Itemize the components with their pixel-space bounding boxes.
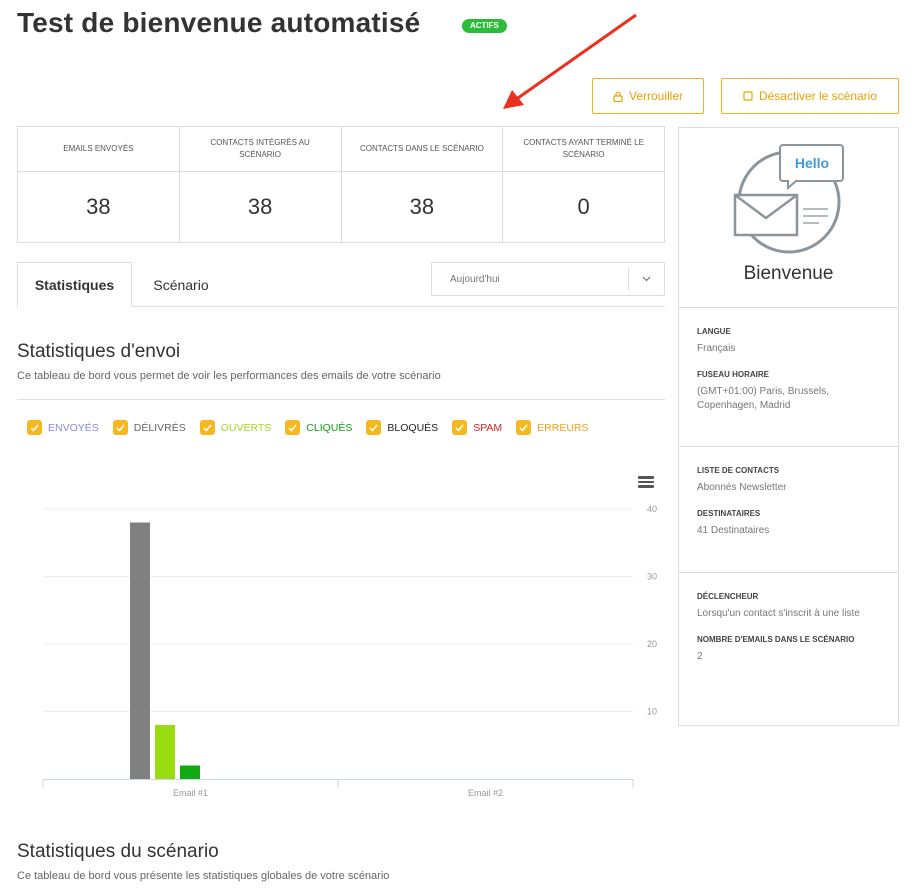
sidebar-section-recipients: LISTE DE CONTACTS Abonnés Newsletter DES… bbox=[679, 447, 898, 573]
field-value: Lorsqu'un contact s'inscrit à une liste bbox=[697, 608, 860, 619]
bar-ouverts bbox=[155, 725, 175, 779]
field-label: DÉCLENCHEUR bbox=[697, 592, 759, 601]
stat-label: CONTACTS INTÉGRÉS AU SCÉNARIO bbox=[179, 127, 341, 172]
sidebar-section-locale: LANGUE Français FUSEAU HORAIRE (GMT+01:0… bbox=[679, 308, 898, 447]
chart-legend: ENVOYÉS DÉLIVRÉS OUVERTS CLIQUÉS BLOQUÉS… bbox=[27, 420, 603, 435]
legend-label: OUVERTS bbox=[220, 421, 272, 434]
stat-value: 38 bbox=[247, 194, 273, 219]
tab-statistics[interactable]: Statistiques bbox=[17, 262, 132, 307]
legend-item-ouverts[interactable]: OUVERTS bbox=[199, 420, 272, 435]
field-label: NOMBRE D'EMAILS DANS LE SCÉNARIO bbox=[697, 635, 855, 644]
checkbox-checked-icon bbox=[27, 420, 42, 435]
field-label: DESTINATAIRES bbox=[697, 509, 761, 518]
stop-square-icon bbox=[743, 91, 753, 101]
checkbox-checked-icon bbox=[516, 420, 532, 435]
period-select-value: Aujourd'hui bbox=[450, 273, 500, 285]
send-stats-title: Statistiques d'envoi bbox=[17, 341, 181, 362]
field-value: Français bbox=[697, 343, 736, 354]
scenario-stats-description: Ce tableau de bord vous présente les sta… bbox=[17, 870, 390, 882]
stat-emails-sent: EMAILS ENVOYÉS 38 bbox=[18, 127, 180, 242]
period-select[interactable]: Aujourd'hui bbox=[431, 262, 665, 296]
bar-cliqués bbox=[180, 765, 200, 779]
status-badge: ACTIFS bbox=[462, 19, 507, 33]
checkbox-checked-icon bbox=[452, 420, 468, 435]
legend-label: SPAM bbox=[473, 421, 503, 434]
scenario-name: Bienvenue bbox=[743, 263, 834, 284]
stat-label: CONTACTS DANS LE SCÉNARIO bbox=[341, 127, 503, 172]
stat-contacts-in-scenario: CONTACTS DANS LE SCÉNARIO 38 bbox=[341, 127, 504, 242]
checkbox-checked-icon bbox=[366, 420, 382, 435]
chart-menu-icon[interactable] bbox=[638, 476, 654, 490]
deactivate-scenario-button[interactable]: Désactiver le scénario bbox=[721, 78, 899, 114]
scenario-stats-title: Statistiques du scénario bbox=[17, 841, 219, 862]
bar-délivrés bbox=[130, 522, 150, 779]
legend-item-erreurs[interactable]: ERREURS bbox=[516, 420, 589, 435]
deactivate-button-label: Désactiver le scénario bbox=[758, 89, 878, 103]
field-value: Abonnés Newsletter bbox=[697, 482, 787, 493]
x-tick-label: Email #1 bbox=[173, 788, 208, 798]
bubble-text: Hello bbox=[795, 155, 829, 171]
legend-item-spam[interactable]: SPAM bbox=[452, 420, 502, 435]
stat-value: 38 bbox=[409, 194, 435, 219]
chevron-down-icon bbox=[628, 268, 664, 290]
welcome-email-illustration: Hello bbox=[733, 144, 844, 254]
checkbox-checked-icon bbox=[112, 420, 128, 435]
send-stats-chart: 10 20 30 40 Email #1 Email #2 bbox=[42, 504, 657, 798]
stat-label: CONTACTS AYANT TERMINÉ LE SCÉNARIO bbox=[503, 127, 664, 172]
field-label: LISTE DE CONTACTS bbox=[697, 466, 780, 475]
y-tick-label: 10 bbox=[647, 707, 657, 717]
legend-item-bloques[interactable]: BLOQUÉS bbox=[366, 420, 438, 435]
field-label: FUSEAU HORAIRE bbox=[697, 370, 770, 379]
legend-label: BLOQUÉS bbox=[387, 421, 439, 434]
checkbox-checked-icon bbox=[199, 420, 215, 435]
page-title: Test de bienvenue automatisé bbox=[17, 7, 421, 38]
stat-value: 0 bbox=[577, 194, 590, 219]
legend-item-envoyes[interactable]: ENVOYÉS bbox=[27, 420, 99, 435]
tab-scenario[interactable]: Scénario bbox=[132, 262, 230, 307]
stat-contacts-finished: CONTACTS AYANT TERMINÉ LE SCÉNARIO 0 bbox=[503, 127, 664, 242]
field-value: 2 bbox=[697, 651, 703, 662]
field-label: LANGUE bbox=[697, 327, 731, 336]
stat-contacts-integrated: CONTACTS INTÉGRÉS AU SCÉNARIO 38 bbox=[179, 127, 342, 242]
lock-button[interactable]: Verrouiller bbox=[592, 78, 704, 114]
send-stats-description: Ce tableau de bord vous permet de voir l… bbox=[17, 370, 441, 382]
stat-value: 38 bbox=[86, 194, 111, 219]
x-tick-label: Email #2 bbox=[468, 788, 503, 798]
legend-label: ERREURS bbox=[537, 421, 589, 434]
field-value: (GMT+01:00) Paris, Brussels, Copenhagen,… bbox=[697, 386, 829, 411]
y-tick-label: 30 bbox=[647, 572, 657, 582]
stat-label: EMAILS ENVOYÉS bbox=[18, 127, 179, 172]
legend-item-delivres[interactable]: DÉLIVRÉS bbox=[112, 420, 186, 435]
sidebar-section-trigger: DÉCLENCHEUR Lorsqu'un contact s'inscrit … bbox=[679, 573, 898, 664]
lock-button-label: Verrouiller bbox=[628, 89, 684, 103]
legend-label: ENVOYÉS bbox=[48, 421, 99, 434]
field-value: 41 Destinataires bbox=[697, 525, 770, 536]
legend-item-cliques[interactable]: CLIQUÉS bbox=[285, 420, 352, 435]
legend-label: DÉLIVRÉS bbox=[133, 421, 186, 434]
summary-stats: EMAILS ENVOYÉS 38 CONTACTS INTÉGRÉS AU S… bbox=[17, 126, 665, 243]
scenario-illustration: Hello Bienvenue bbox=[679, 128, 898, 308]
lock-icon bbox=[613, 91, 623, 102]
checkbox-checked-icon bbox=[285, 420, 301, 435]
legend-label: CLIQUÉS bbox=[306, 421, 353, 434]
divider bbox=[17, 399, 665, 400]
y-tick-label: 40 bbox=[647, 504, 657, 514]
scenario-sidebar: Hello Bienvenue LANGUE Français FUSEAU H… bbox=[678, 127, 899, 726]
y-tick-label: 20 bbox=[647, 639, 657, 649]
